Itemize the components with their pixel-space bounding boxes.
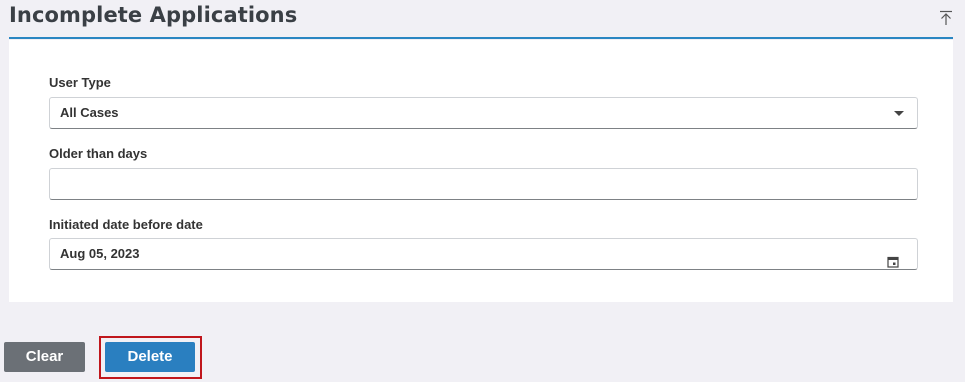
older-than-days-field-wrapper	[49, 168, 918, 200]
chevron-down-icon[interactable]	[894, 111, 904, 116]
user-type-value: All Cases	[60, 105, 119, 120]
page-title: Incomplete Applications	[9, 3, 298, 27]
collapse-to-top-icon[interactable]	[939, 10, 953, 26]
delete-button[interactable]: Delete	[105, 342, 195, 372]
user-type-select[interactable]: All Cases	[49, 97, 918, 129]
older-than-days-label: Older than days	[49, 146, 148, 161]
initiated-date-label: Initiated date before date	[49, 217, 203, 232]
search-form-card: User Type All Cases Older than days Init…	[9, 40, 953, 302]
initiated-date-value: Aug 05, 2023	[60, 246, 140, 261]
user-type-label: User Type	[49, 75, 111, 90]
calendar-icon[interactable]	[887, 249, 899, 268]
page-header: Incomplete Applications	[0, 0, 965, 40]
initiated-date-field[interactable]: Aug 05, 2023	[49, 238, 918, 270]
clear-button[interactable]: Clear	[4, 342, 85, 372]
older-than-days-input[interactable]	[60, 169, 907, 199]
title-divider	[9, 37, 953, 39]
